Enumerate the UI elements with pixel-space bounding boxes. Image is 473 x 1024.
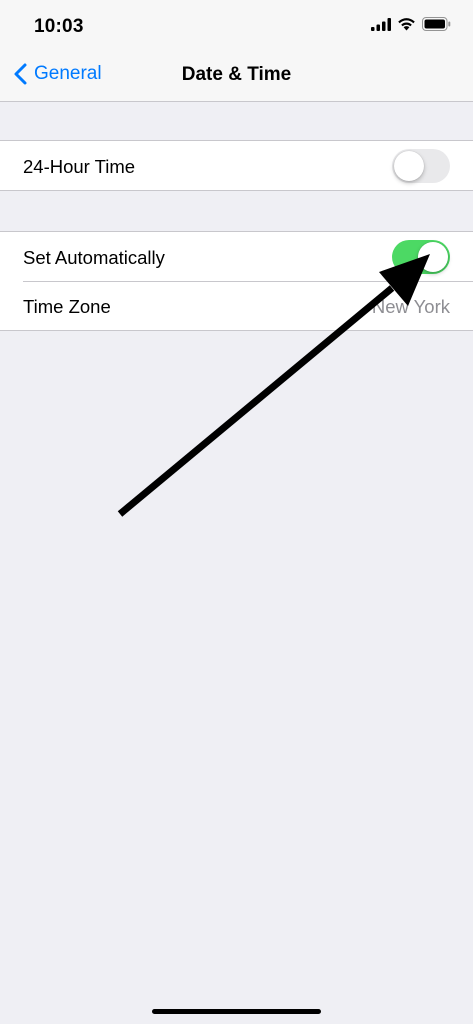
cellular-signal-icon xyxy=(371,17,391,36)
navigation-bar: General Date & Time xyxy=(0,50,473,102)
status-icons xyxy=(371,17,451,36)
settings-group-format: 24-Hour Time xyxy=(0,140,473,191)
status-time: 10:03 xyxy=(34,16,84,37)
toggle-knob xyxy=(394,151,424,181)
home-indicator[interactable] xyxy=(152,1009,321,1014)
row-time-zone[interactable]: Time Zone New York xyxy=(0,281,473,330)
row-label: Time Zone xyxy=(23,296,111,317)
time-zone-value: New York xyxy=(371,296,450,317)
page-title: Date & Time xyxy=(181,64,292,85)
settings-group-automatic: Set Automatically Time Zone New York xyxy=(0,231,473,331)
row-24-hour-time: 24-Hour Time xyxy=(0,141,473,190)
row-label: Set Automatically xyxy=(23,247,165,268)
battery-icon xyxy=(422,17,451,36)
row-label: 24-Hour Time xyxy=(23,156,136,177)
24-hour-time-toggle[interactable] xyxy=(392,149,450,183)
row-set-automatically: Set Automatically xyxy=(0,232,473,281)
toggle-knob xyxy=(418,242,448,272)
status-bar: 10:03 xyxy=(0,0,473,50)
wifi-icon xyxy=(397,17,416,36)
set-automatically-toggle[interactable] xyxy=(392,240,450,274)
